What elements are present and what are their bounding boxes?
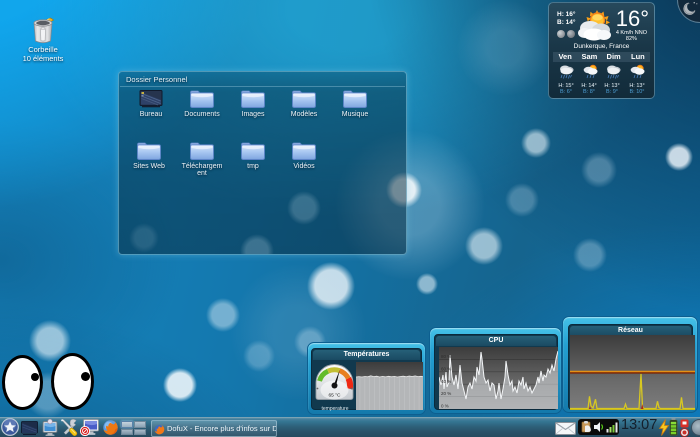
svg-text:60 %: 60 % <box>441 366 451 371</box>
svg-text:0 %: 0 % <box>441 404 449 409</box>
svg-text:40 %: 40 % <box>441 379 451 384</box>
svg-text:20 %: 20 % <box>441 391 451 396</box>
svg-text:80 %: 80 % <box>441 354 451 359</box>
svg-text:65 °C: 65 °C <box>328 393 341 399</box>
